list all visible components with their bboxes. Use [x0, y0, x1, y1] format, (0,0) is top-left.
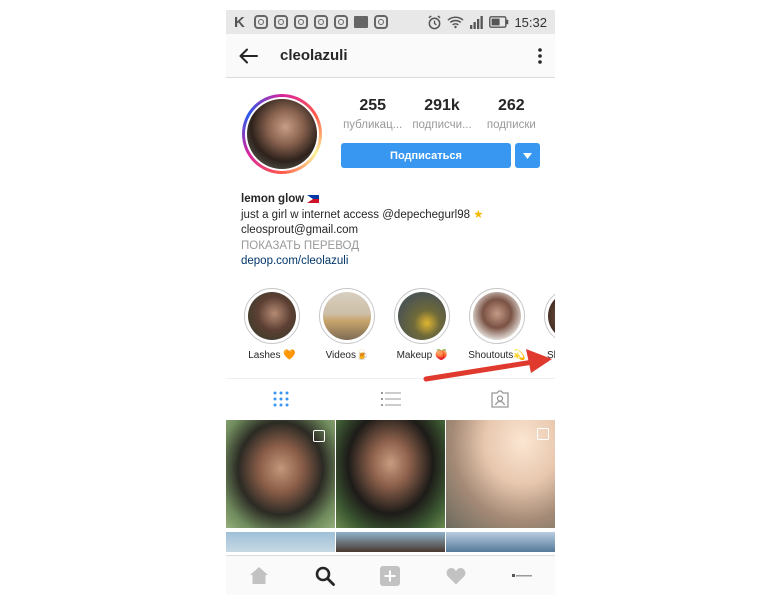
highlight-cover	[398, 292, 446, 340]
stat-following[interactable]: 262 подписки	[477, 97, 546, 131]
story-highlights: Lashes 🧡 Videos🍺 Makeup 🍑 Shoutouts💫 Sh	[226, 288, 555, 368]
highlight-label: Sh	[547, 350, 555, 361]
post-thumbnail[interactable]	[226, 532, 335, 552]
k-app-icon: K	[234, 13, 245, 31]
bio-website-link[interactable]: depop.com/cleolazuli	[241, 254, 546, 270]
highlight-lashes[interactable]: Lashes 🧡	[242, 288, 302, 361]
profile-icon	[512, 573, 533, 577]
alarm-icon	[428, 14, 442, 29]
bottom-navigation	[226, 555, 555, 595]
stat-posts-label: публикац...	[343, 119, 403, 131]
caret-down-icon	[523, 152, 532, 159]
stat-followers-label: подписчи...	[412, 119, 472, 131]
bio-display-name: lemon glow	[241, 193, 305, 205]
instagram-notification-icon	[294, 15, 308, 29]
avatar-photo	[247, 99, 317, 169]
post-thumbnail[interactable]	[336, 532, 445, 552]
star-icon: ★	[473, 208, 484, 221]
tab-grid[interactable]	[226, 379, 336, 418]
highlight-label: Makeup 🍑	[396, 350, 448, 361]
nav-profile[interactable]	[489, 572, 555, 580]
highlight-shoutouts[interactable]: Shoutouts💫	[467, 288, 527, 361]
wifi-icon	[447, 16, 465, 29]
highlight-cover	[473, 292, 521, 340]
stat-posts[interactable]: 255 публикац...	[338, 97, 407, 131]
stat-following-label: подписки	[486, 119, 536, 131]
nav-search[interactable]	[292, 566, 358, 586]
post-thumbnail[interactable]	[446, 532, 555, 552]
highlight-makeup[interactable]: Makeup 🍑	[392, 288, 452, 361]
tab-list[interactable]	[336, 379, 446, 418]
more-dots-icon	[538, 47, 542, 64]
status-bar: K 15:32	[226, 10, 555, 34]
highlight-label: Lashes 🧡	[248, 350, 296, 361]
home-icon	[249, 567, 268, 584]
instagram-notification-icon	[314, 15, 328, 29]
highlight-cover	[248, 292, 296, 340]
show-translation-link[interactable]: ПОКАЗАТЬ ПЕРЕВОД	[241, 239, 546, 255]
stat-followers-count: 291k	[424, 97, 460, 114]
signal-icon	[470, 16, 484, 29]
header-username: cleolazuli	[280, 47, 348, 64]
search-icon	[315, 566, 335, 586]
highlight-cover	[548, 292, 555, 340]
stat-posts-count: 255	[359, 97, 387, 114]
post-thumbnail[interactable]	[336, 420, 445, 528]
highlight-partial-left[interactable]	[226, 288, 228, 344]
profile-view-tabs	[226, 378, 555, 418]
battery-icon	[489, 16, 509, 28]
profile-bio: lemon glow just a girl w internet access…	[241, 192, 546, 270]
instagram-notification-icon	[274, 15, 288, 29]
add-icon	[380, 565, 401, 586]
instagram-notification-icon	[374, 15, 388, 29]
profile-avatar[interactable]	[242, 94, 322, 174]
instagram-notification-icon	[334, 15, 348, 29]
tab-tagged[interactable]	[445, 379, 555, 418]
nav-add[interactable]	[358, 565, 424, 586]
philippines-flag-icon	[307, 194, 320, 203]
instagram-notification-icon	[254, 15, 268, 29]
stat-following-count: 262	[497, 97, 525, 114]
post-thumbnail[interactable]	[446, 420, 555, 528]
posts-grid	[226, 420, 555, 555]
highlight-cover	[323, 292, 371, 340]
carousel-post-icon	[537, 428, 549, 440]
highlight-partial-right[interactable]: Sh	[542, 288, 555, 361]
suggested-dropdown-button[interactable]	[515, 143, 540, 168]
grid-icon	[273, 391, 289, 406]
image-notification-icon	[354, 16, 368, 28]
profile-header-bar: cleolazuli	[226, 34, 555, 78]
highlight-videos[interactable]: Videos🍺	[317, 288, 377, 361]
phone-screen: K 15:32 cleolazuli 255 публикац... 291k …	[226, 10, 555, 595]
tagged-icon	[491, 389, 509, 408]
profile-stats: 255 публикац... 291k подписчи... 262 под…	[338, 97, 546, 131]
highlight-label: Videos🍺	[325, 350, 369, 361]
highlight-label: Shoutouts💫	[468, 350, 526, 361]
nav-activity[interactable]	[423, 567, 489, 585]
options-menu-button[interactable]	[525, 34, 555, 78]
follow-button[interactable]: Подписаться	[341, 143, 511, 168]
carousel-post-icon	[313, 430, 325, 442]
heart-icon	[446, 567, 466, 584]
back-button[interactable]	[226, 34, 270, 78]
stat-followers[interactable]: 291k подписчи...	[407, 97, 476, 131]
nav-home[interactable]	[226, 566, 292, 585]
back-arrow-icon	[239, 48, 258, 63]
list-icon	[380, 391, 401, 406]
bio-text: just a girl w internet access @depechegu…	[241, 208, 471, 221]
bio-email[interactable]: cleosprout@gmail.com	[241, 223, 546, 239]
clock-time: 15:32	[514, 14, 547, 30]
